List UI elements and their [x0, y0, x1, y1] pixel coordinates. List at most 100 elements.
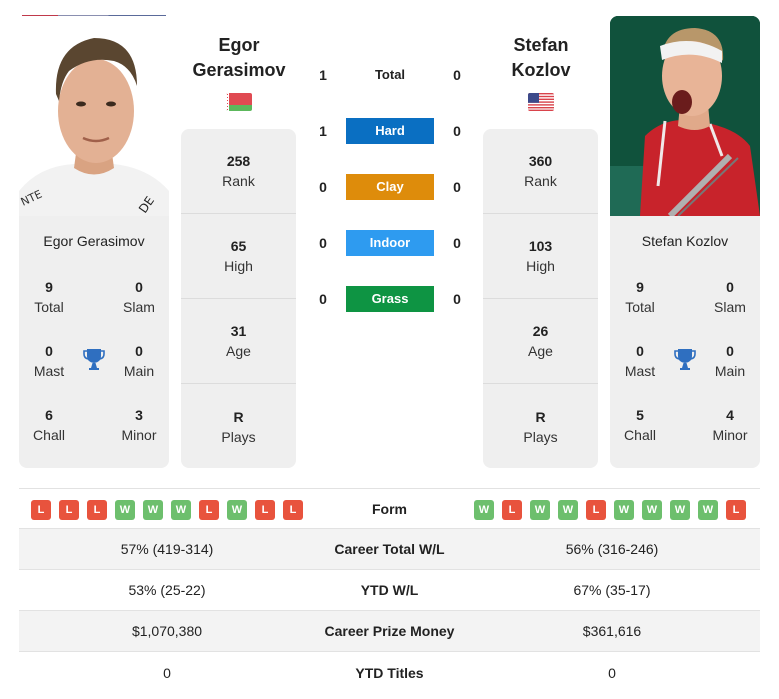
player2-last-name: Kozlov	[511, 60, 571, 80]
stat-label: Age	[226, 343, 251, 359]
h2h-p1-value: 0	[319, 179, 327, 195]
form-badge-loss[interactable]: L	[255, 500, 275, 520]
player1-first-name: Egor	[218, 35, 260, 55]
h2h-surface-clay[interactable]: Clay	[346, 174, 434, 200]
stat-value: 103	[528, 238, 553, 254]
form-badge-win[interactable]: W	[227, 500, 247, 520]
titles-label: Slam	[123, 299, 155, 315]
form-badge-loss[interactable]: L	[726, 500, 746, 520]
player1-full-name[interactable]: Egor Gerasimov	[19, 233, 169, 249]
titles-value: 3	[135, 407, 143, 423]
form-badge-loss[interactable]: L	[502, 500, 522, 520]
form-badge-loss[interactable]: L	[59, 500, 79, 520]
h2h-p1-value: 0	[319, 291, 327, 307]
titles-total: 9 Total	[610, 277, 670, 317]
titles-value: 0	[135, 343, 143, 359]
h2h-p2-value: 0	[453, 235, 461, 251]
titles-minor: 3 Minor	[109, 405, 169, 445]
row-label: YTD Titles	[355, 664, 424, 681]
titles-mast: 0 Mast	[19, 341, 79, 381]
titles-label: Mast	[624, 363, 656, 379]
form-badge-loss[interactable]: L	[31, 500, 51, 520]
belarus-flag-icon	[226, 93, 252, 111]
titles-slam: 0 Slam	[700, 277, 760, 317]
stat-label: Rank	[222, 173, 255, 189]
h2h-surface-hard[interactable]: Hard	[346, 118, 434, 144]
form-badge-loss[interactable]: L	[87, 500, 107, 520]
titles-value: 0	[726, 279, 734, 295]
form-badge-win[interactable]: W	[115, 500, 135, 520]
form-label: Form	[372, 501, 407, 517]
h2h-p2-value: 0	[453, 291, 461, 307]
player2-form-badges: WLWWLWWWWL	[474, 500, 746, 520]
stat-label: High	[526, 258, 555, 274]
player1-age: 31 Age	[181, 299, 296, 384]
player1-value: 53% (25-22)	[128, 582, 206, 598]
titles-chall: 6 Chall	[19, 405, 79, 445]
titles-value: 4	[726, 407, 734, 423]
titles-main: 0 Main	[700, 341, 760, 381]
player2-full-name[interactable]: Stefan Kozlov	[610, 233, 760, 249]
row-label: Career Prize Money	[324, 623, 455, 639]
form-badge-win[interactable]: W	[530, 500, 550, 520]
row-label: Career Total W/L	[334, 541, 445, 557]
h2h-p1-value: 0	[319, 235, 327, 251]
titles-main: 0 Main	[109, 341, 169, 381]
titles-label: Mast	[33, 363, 65, 379]
stat-label: Plays	[221, 428, 256, 445]
player1-photo[interactable]: NTE DE	[19, 16, 169, 216]
form-badge-win[interactable]: W	[558, 500, 578, 520]
form-badge-win[interactable]: W	[474, 500, 494, 520]
titles-value: 0	[45, 343, 53, 359]
player2-high: 103 High	[483, 214, 598, 299]
player2-plays: R Plays	[483, 384, 598, 469]
table-row-ytd-titles: 0 YTD Titles 0	[19, 652, 760, 693]
form-badge-win[interactable]: W	[143, 500, 163, 520]
player1-plays: R Plays	[181, 384, 296, 469]
player2-name[interactable]: Stefan Kozlov	[481, 33, 601, 83]
player1-high: 65 High	[181, 214, 296, 299]
trophy-icon	[673, 347, 697, 371]
stat-value: 258	[226, 153, 251, 169]
player2-value: $361,616	[582, 623, 642, 639]
form-badge-win[interactable]: W	[670, 500, 690, 520]
comparison-table: 57% (419-314) Career Total W/L 56% (316-…	[19, 529, 760, 693]
h2h-p2-value: 0	[453, 123, 461, 139]
form-badge-win[interactable]: W	[171, 500, 191, 520]
titles-value: 5	[636, 407, 644, 423]
titles-label: Slam	[714, 299, 746, 315]
titles-value: 0	[135, 279, 143, 295]
h2h-surface-grass[interactable]: Grass	[346, 286, 434, 312]
titles-label: Minor	[712, 427, 748, 443]
h2h-p1-value: 1	[319, 123, 327, 139]
titles-mast: 0 Mast	[610, 341, 670, 381]
h2h-row-clay: 0 Clay 0	[305, 173, 475, 201]
h2h-surface-indoor[interactable]: Indoor	[346, 230, 434, 256]
form-badge-win[interactable]: W	[642, 500, 662, 520]
player1-form-badges: LLLWWWLWLL	[31, 500, 303, 520]
h2h-p2-value: 0	[453, 179, 461, 195]
player1-rank: 258 Rank	[181, 129, 296, 214]
stat-value: 31	[230, 323, 247, 339]
h2h-surface-total[interactable]: Total	[346, 62, 434, 88]
h2h-row-indoor: 0 Indoor 0	[305, 229, 475, 257]
player2-value: 0	[608, 664, 616, 681]
player2-first-name: Stefan	[513, 35, 569, 55]
h2h-p1-value: 1	[319, 67, 327, 83]
titles-label: Minor	[121, 427, 157, 443]
titles-slam: 0 Slam	[109, 277, 169, 317]
player2-value: 67% (35-17)	[573, 582, 651, 598]
form-badge-win[interactable]: W	[614, 500, 634, 520]
titles-value: 6	[45, 407, 53, 423]
form-badge-loss[interactable]: L	[586, 500, 606, 520]
player1-stats-panel: 258 Rank 65 High 31 Age R Plays	[181, 129, 296, 468]
titles-label: Chall	[624, 427, 656, 443]
form-badge-loss[interactable]: L	[283, 500, 303, 520]
titles-chall: 5 Chall	[610, 405, 670, 445]
h2h-p2-value: 0	[453, 67, 461, 83]
titles-value: 0	[726, 343, 734, 359]
player1-name[interactable]: Egor Gerasimov	[179, 33, 299, 83]
player2-photo[interactable]	[610, 16, 760, 216]
form-badge-loss[interactable]: L	[199, 500, 219, 520]
form-badge-win[interactable]: W	[698, 500, 718, 520]
